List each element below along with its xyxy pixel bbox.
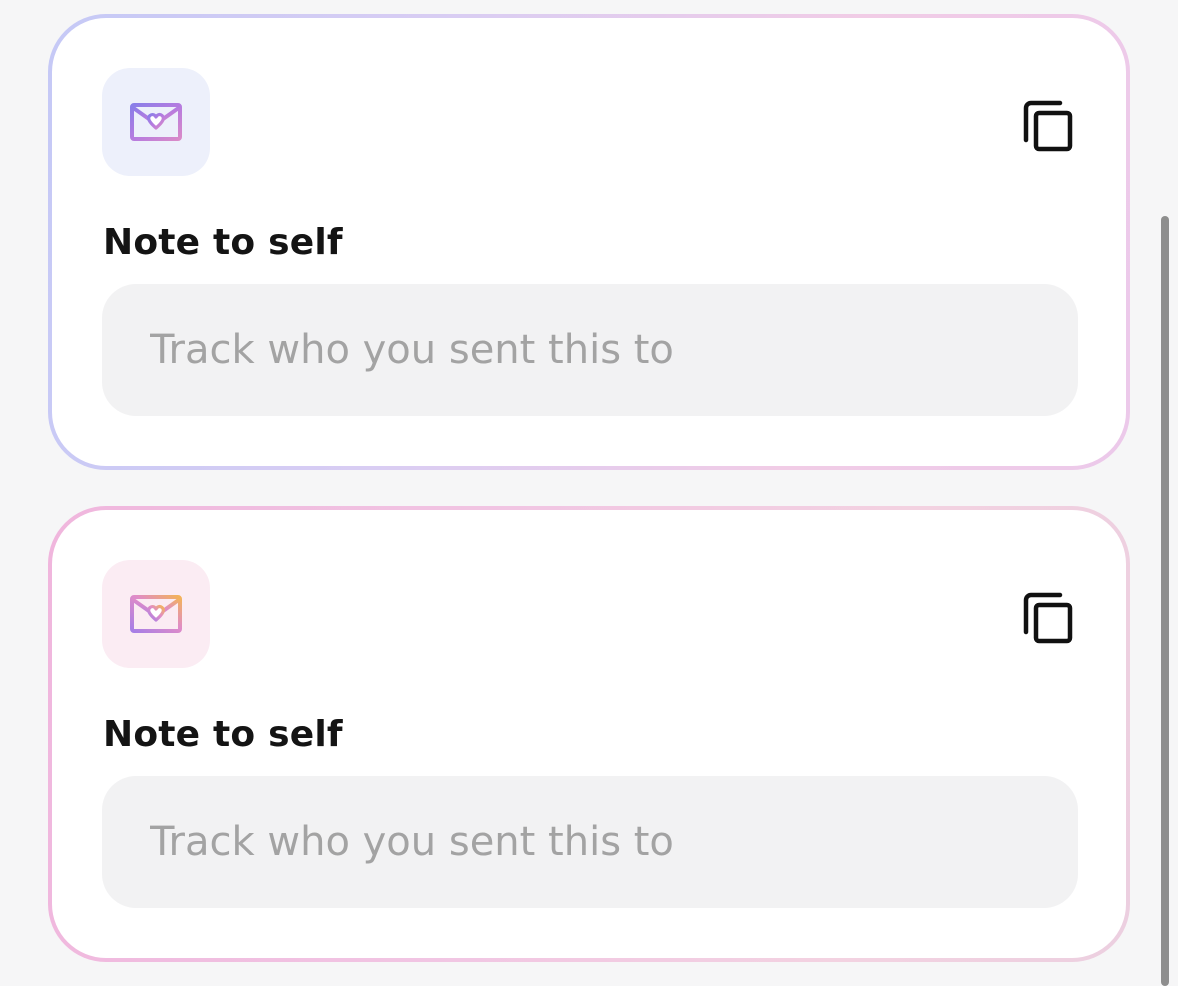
copy-button[interactable]	[1016, 586, 1080, 650]
envelope-heart-icon	[102, 68, 210, 176]
link-card-body: Note to self	[52, 510, 1126, 958]
copy-icon	[1023, 592, 1073, 644]
copy-icon	[1023, 100, 1073, 152]
scrollbar[interactable]	[1161, 216, 1169, 986]
link-card-1: Note to self	[48, 14, 1130, 470]
note-to-self-label: Note to self	[103, 714, 343, 755]
note-input[interactable]	[102, 284, 1078, 416]
envelope-heart-icon	[102, 560, 210, 668]
note-to-self-label: Note to self	[103, 222, 343, 263]
note-input[interactable]	[102, 776, 1078, 908]
link-card-body: Note to self	[52, 18, 1126, 466]
link-card-2: Note to self	[48, 506, 1130, 962]
copy-button[interactable]	[1016, 94, 1080, 158]
